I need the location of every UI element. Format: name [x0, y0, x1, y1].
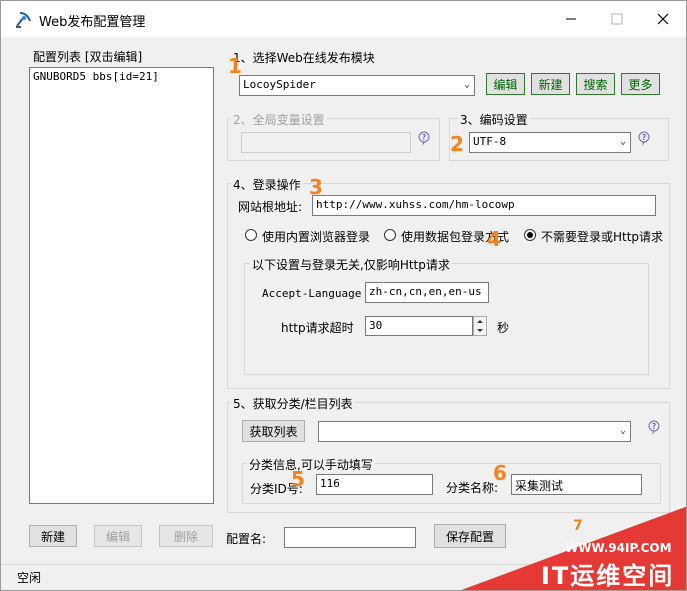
section5-title: 5、获取分类/栏目列表	[231, 395, 355, 412]
delete-config-button: 删除	[159, 525, 213, 547]
chevron-up-icon[interactable]	[474, 317, 486, 326]
section3-title: 3、编码设置	[458, 111, 530, 128]
accept-language-input[interactable]: zh-cn,cn,en,en-us	[365, 282, 489, 303]
http-settings-title: 以下设置与登录无关,仅影响Http请求	[250, 256, 452, 273]
maximize-icon	[611, 13, 623, 25]
get-list-button[interactable]: 获取列表	[242, 420, 305, 442]
search-module-button[interactable]: 搜索	[576, 73, 615, 95]
edit-module-button[interactable]: 编辑	[486, 73, 525, 95]
maximize-button[interactable]	[594, 1, 640, 37]
chevron-down-icon[interactable]	[474, 326, 486, 335]
category-name-input[interactable]: 采集测试	[511, 474, 642, 495]
help-icon[interactable]: ?	[417, 131, 431, 147]
chevron-down-icon: ⌄	[619, 136, 626, 147]
config-list-title: 配置列表 [双击编辑]	[33, 50, 143, 64]
new-config-button[interactable]: 新建	[29, 525, 77, 547]
config-name-label: 配置名:	[226, 532, 267, 546]
radio-builtin-browser[interactable]	[245, 229, 257, 241]
radio-builtin-browser-label[interactable]: 使用内置浏览器登录	[262, 228, 370, 245]
minimize-icon	[566, 18, 576, 20]
radio-no-login[interactable]	[524, 229, 536, 241]
more-module-button[interactable]: 更多	[621, 73, 660, 95]
help-icon[interactable]: ?	[647, 420, 661, 436]
annotation-4: 4	[487, 227, 501, 251]
window: Web发布配置管理 配置列表 [双击编辑] GNUBORD5 bbs[id=21…	[0, 0, 687, 591]
category-select[interactable]: ⌄	[318, 421, 631, 442]
url-input[interactable]: http://www.xuhss.com/hm-locowp	[312, 195, 656, 216]
svg-text:?: ?	[652, 422, 656, 431]
svg-text:?: ?	[422, 133, 426, 142]
section4-title: 4、登录操作	[231, 176, 303, 193]
satellite-icon	[16, 12, 31, 28]
config-list[interactable]: GNUBORD5 bbs[id=21]	[29, 67, 214, 504]
global-vars-input	[241, 132, 411, 153]
section2-title: 2、全局变量设置	[231, 111, 327, 128]
section1-title: 1、选择Web在线发布模块	[233, 51, 375, 65]
edit-config-button: 编辑	[94, 525, 142, 547]
category-name-label: 分类名称:	[446, 481, 499, 495]
encoding-value: UTF-8	[473, 135, 507, 148]
close-icon	[657, 13, 669, 25]
radio-packet-login[interactable]	[384, 229, 396, 241]
annotation-2: 2	[450, 132, 464, 156]
list-item[interactable]: GNUBORD5 bbs[id=21]	[33, 70, 159, 83]
timeout-stepper[interactable]	[473, 316, 487, 336]
chevron-down-icon: ⌄	[463, 79, 470, 90]
timeout-unit: 秒	[497, 321, 510, 335]
config-name-input[interactable]	[284, 527, 416, 548]
minimize-button[interactable]	[548, 1, 594, 37]
title-bar: Web发布配置管理	[1, 1, 686, 37]
annotation-6: 6	[493, 461, 507, 485]
watermark-site: WWW.94IP.COM	[565, 541, 672, 555]
category-id-input[interactable]: 116	[316, 474, 433, 495]
watermark-brand: IT运维空间	[541, 562, 675, 590]
new-module-button[interactable]: 新建	[531, 73, 570, 95]
svg-text:?: ?	[642, 133, 646, 142]
help-icon[interactable]: ?	[637, 131, 651, 147]
chevron-down-icon: ⌄	[619, 425, 626, 436]
encoding-select[interactable]: UTF-8 ⌄	[469, 132, 631, 153]
window-title: Web发布配置管理	[39, 15, 146, 30]
close-button[interactable]	[640, 1, 686, 37]
annotation-5: 5	[291, 467, 305, 491]
timeout-input[interactable]: 30	[365, 316, 473, 336]
timeout-label: http请求超时	[281, 321, 354, 335]
category-info-title: 分类信息,可以手动填写	[247, 456, 375, 473]
status-text: 空闲	[17, 571, 42, 585]
url-label: 网站根地址:	[238, 200, 303, 214]
accept-language-label: Accept-Language	[262, 287, 362, 300]
module-value: LocoySpider	[243, 78, 316, 91]
radio-no-login-label[interactable]: 不需要登录或Http请求	[541, 228, 663, 245]
module-select[interactable]: LocoySpider ⌄	[239, 75, 475, 96]
